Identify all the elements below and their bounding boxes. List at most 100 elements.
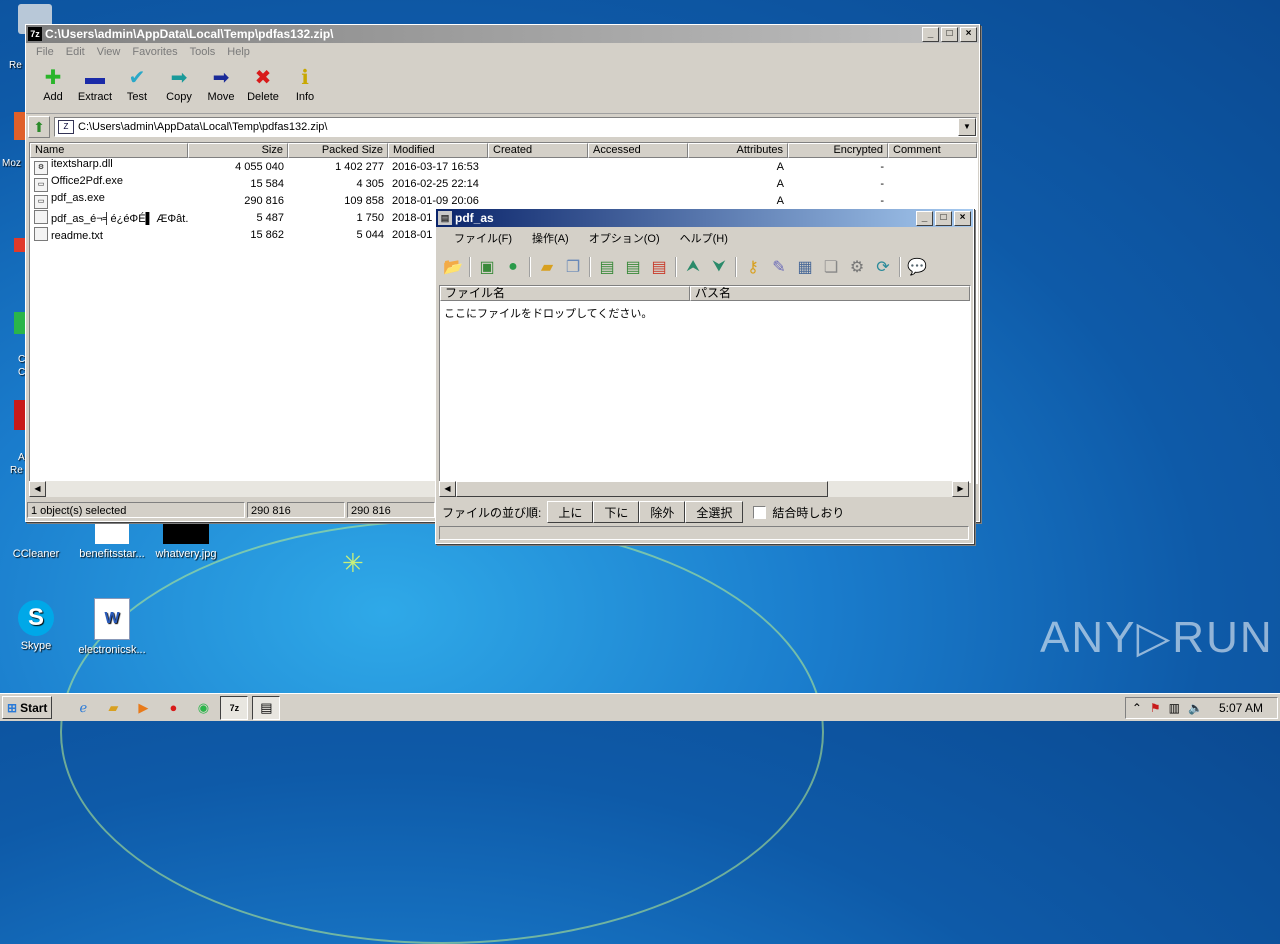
col-attributes[interactable]: Attributes: [688, 143, 788, 158]
info-button[interactable]: ℹ Info: [284, 65, 326, 103]
settings-icon[interactable]: ⚙: [844, 255, 870, 279]
skype-icon: S: [18, 600, 54, 636]
pdfas-taskbar-icon[interactable]: ▤: [252, 695, 281, 720]
bookmark-checkbox[interactable]: 結合時しおり: [753, 504, 844, 521]
start-button[interactable]: ⊞ Start: [2, 696, 53, 719]
pages-icon[interactable]: ❏: [818, 255, 844, 279]
add-folder-icon[interactable]: ▰: [534, 255, 560, 279]
pdfas-horizontal-scrollbar[interactable]: ◀ ▶: [439, 481, 969, 497]
move-page-icon[interactable]: ▤: [620, 255, 646, 279]
volume-icon[interactable]: 🔈: [1188, 701, 1203, 715]
opera-icon[interactable]: ●: [160, 697, 186, 719]
desktop-icon-electronicsk[interactable]: W electronicsk...: [72, 598, 152, 656]
up-folder-button[interactable]: ⬆: [28, 116, 50, 138]
address-combobox[interactable]: Z C:\Users\admin\AppData\Local\Temp\pdfa…: [54, 117, 977, 137]
menu-help-jp[interactable]: ヘルプ(H): [674, 230, 734, 246]
scroll-left-button[interactable]: ◀: [29, 481, 46, 497]
col-path-name[interactable]: パス名: [690, 286, 970, 301]
media-player-icon[interactable]: ▶: [130, 697, 156, 719]
sevenzip-taskbar-icon[interactable]: 7z: [220, 695, 249, 720]
col-file-name[interactable]: ファイル名: [440, 286, 690, 301]
edit-icon[interactable]: ✎: [766, 255, 792, 279]
close-button[interactable]: ×: [960, 26, 977, 42]
menu-options[interactable]: オプション(O): [583, 230, 674, 246]
desktop-icon-skype[interactable]: S Skype: [0, 600, 76, 652]
sevenzip-titlebar[interactable]: 7z C:\Users\admin\AppData\Local\Temp\pdf…: [26, 25, 979, 43]
checkbox-box[interactable]: [753, 505, 767, 519]
col-modified[interactable]: Modified: [388, 143, 488, 158]
scroll-right-button[interactable]: ▶: [952, 481, 969, 497]
taskbar: ⊞ Start ℯ ▰ ▶ ● ◉ 7z ▤ ⌃ ⚑ ▥ 🔈 5:07 AM: [0, 693, 1280, 721]
desktop-icon-ccleaner[interactable]: CCleaner: [0, 520, 76, 560]
move-arrow-icon: ➡: [212, 67, 230, 89]
col-created[interactable]: Created: [488, 143, 588, 158]
col-size[interactable]: Size: [188, 143, 288, 158]
menu-edit[interactable]: Edit: [60, 46, 91, 58]
window-icon[interactable]: ▦: [792, 255, 818, 279]
copy-files-icon[interactable]: ❐: [560, 255, 586, 279]
word-document-icon: W: [94, 598, 130, 640]
minimize-button[interactable]: _: [922, 26, 939, 42]
scroll-thumb[interactable]: [456, 481, 828, 497]
maximize-button[interactable]: □: [941, 26, 958, 42]
maximize-button[interactable]: □: [935, 210, 952, 226]
network-icon[interactable]: ▥: [1169, 701, 1180, 715]
col-encrypted[interactable]: Encrypted: [788, 143, 888, 158]
menu-favorites[interactable]: Favorites: [126, 46, 183, 58]
pdfas-toolbar: 📂 ▣ ● ▰ ❐ ▤ ▤ ▤ ⮝ ⮟ ⚷ ✎ ▦ ❏ ⚙ ⟳ 💬: [436, 253, 930, 281]
menu-operation[interactable]: 操作(A): [526, 230, 583, 246]
pdfas-titlebar[interactable]: ▤ pdf_as _ □ ×: [436, 209, 973, 227]
scroll-left-button[interactable]: ◀: [439, 481, 456, 497]
table-row[interactable]: ▭ pdf_as.exe 290 816 109 858 2018-01-09 2…: [30, 192, 977, 209]
ie-icon[interactable]: ℯ: [70, 697, 96, 719]
close-button[interactable]: ×: [954, 210, 971, 226]
col-accessed[interactable]: Accessed: [588, 143, 688, 158]
exclude-button[interactable]: 除外: [639, 501, 686, 523]
col-comment[interactable]: Comment: [888, 143, 977, 158]
minimize-button[interactable]: _: [916, 210, 933, 226]
pdfas-file-list[interactable]: ファイル名 パス名 ここにファイルをドロップしてください。: [439, 285, 971, 483]
test-button[interactable]: ✔ Test: [116, 65, 158, 103]
copy-button[interactable]: ➡ Copy: [158, 65, 200, 103]
menu-view[interactable]: View: [91, 46, 127, 58]
refresh-icon[interactable]: ⟳: [870, 255, 896, 279]
add-button[interactable]: ✚ Add: [32, 65, 74, 103]
cell-packed: 1 750: [356, 211, 384, 224]
move-down-icon[interactable]: ⮟: [706, 255, 732, 279]
table-row[interactable]: ▭ Office2Pdf.exe 15 584 4 305 2016-02-25 …: [30, 175, 977, 192]
horizontal-scrollbar[interactable]: ◀: [29, 481, 441, 497]
open-file-icon[interactable]: 📂: [440, 255, 466, 279]
menu-file-jp[interactable]: ファイル(F): [448, 230, 526, 246]
col-packed-size[interactable]: Packed Size: [288, 143, 388, 158]
cell-enc: -: [880, 160, 884, 173]
explorer-icon[interactable]: ▰: [100, 697, 126, 719]
chrome-taskbar-icon[interactable]: ◉: [190, 697, 216, 719]
speech-bubble-icon[interactable]: 💬: [904, 255, 930, 279]
cell-size: 15 584: [250, 177, 284, 190]
image-icon[interactable]: ▣: [474, 255, 500, 279]
desktop-icon-whatvery[interactable]: whatvery.jpg: [146, 520, 226, 560]
table-row[interactable]: ⚙ itextsharp.dll 4 055 040 1 402 277 2016…: [30, 158, 977, 175]
move-down-button[interactable]: 下に: [593, 501, 640, 523]
document-file-icon: [34, 210, 48, 224]
insert-page-icon[interactable]: ▤: [594, 255, 620, 279]
desktop-icon-benefitsstar[interactable]: benefitsstar...: [72, 520, 152, 560]
move-button[interactable]: ➡ Move: [200, 65, 242, 103]
menu-help[interactable]: Help: [221, 46, 256, 58]
tray-expand-icon[interactable]: ⌃: [1132, 701, 1142, 715]
menu-tools[interactable]: Tools: [184, 46, 222, 58]
extract-button[interactable]: ▬ Extract: [74, 65, 116, 103]
address-dropdown-button[interactable]: ▼: [958, 118, 976, 136]
delete-button[interactable]: ✖ Delete: [242, 65, 284, 103]
key-icon[interactable]: ⚷: [740, 255, 766, 279]
select-all-button[interactable]: 全選択: [685, 501, 744, 523]
menu-file[interactable]: File: [30, 46, 60, 58]
remove-page-icon[interactable]: ▤: [646, 255, 672, 279]
clock[interactable]: 5:07 AM: [1219, 701, 1263, 715]
move-up-icon[interactable]: ⮝: [680, 255, 706, 279]
move-up-button[interactable]: 上に: [547, 501, 594, 523]
action-center-icon[interactable]: ⚑: [1150, 701, 1161, 715]
col-name[interactable]: Name: [30, 143, 188, 158]
anyrun-watermark: ANY▷RUN: [1040, 613, 1274, 662]
globe-icon[interactable]: ●: [500, 255, 526, 279]
